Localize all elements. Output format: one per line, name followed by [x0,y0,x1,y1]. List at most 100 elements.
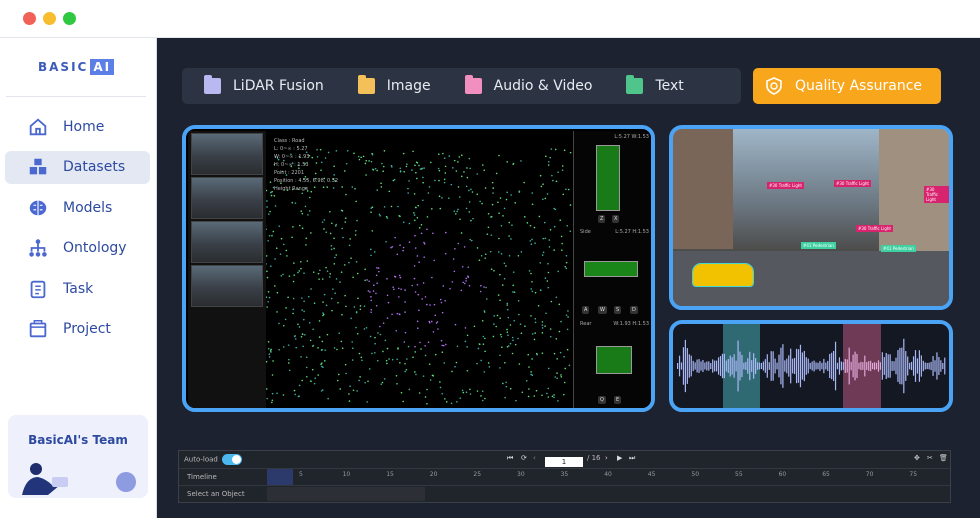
last-frame-button[interactable]: ⏭ [629,454,635,463]
tab-lidar-fusion[interactable]: LiDAR Fusion [204,75,324,94]
annotation-tag[interactable]: #30 Traffic Light [834,180,871,187]
lidar-point [305,356,308,359]
prev-page-button[interactable]: ‹ [533,454,536,462]
lidar-point [362,155,365,158]
lidar-point [469,167,471,170]
scissors-icon[interactable]: ✂ [927,454,933,462]
lidar-point [506,302,509,305]
logo: BASIC AI [38,59,115,75]
tab-image[interactable]: Image [357,75,431,94]
camera-thumbnail[interactable] [191,265,263,307]
quality-assurance-button[interactable]: Quality Assurance [753,68,941,104]
lidar-point [269,210,271,213]
annotation-tag[interactable]: #30 Traffic Light [767,182,804,189]
lidar-point [472,217,474,220]
lidar-point [499,333,502,336]
lidar-point [386,278,388,280]
lidar-point [458,156,461,158]
lidar-point [267,239,269,242]
autoload-toggle[interactable] [221,454,242,465]
close-window-button[interactable] [23,12,36,25]
annotation-tag[interactable]: #41 Pedestrian [881,245,916,252]
sidebar-item-home[interactable]: Home [5,110,150,143]
lidar-point [453,210,456,212]
lidar-point [531,333,534,335]
autoload-label: Auto-load [184,455,218,464]
refresh-button[interactable]: ⟳ [521,454,527,462]
annotation-tag[interactable]: #30 Traffic Light [924,186,949,203]
sidebar-item-project[interactable]: Project [5,313,150,346]
minimize-window-button[interactable] [43,12,56,25]
waveform-bar [692,360,694,372]
lidar-point [335,223,338,226]
lidar-point [343,264,346,266]
play-button[interactable]: ▶ [617,454,622,462]
object-track[interactable] [267,487,425,501]
waveform-bar [922,360,924,372]
lidar-point [320,363,322,366]
first-frame-button[interactable]: ⏮ [507,454,513,463]
lidar-point [428,363,431,365]
lidar-point [508,221,511,224]
lidar-point [512,291,514,293]
lidar-point [439,298,442,301]
annotation-tag[interactable]: #30 Traffic Light [856,225,893,232]
lidar-point [497,294,500,296]
timeline-cursor[interactable] [267,469,293,485]
sidebar-item-task[interactable]: Task [5,272,150,305]
lidar-point [323,360,326,362]
move-a-button[interactable]: A [582,306,590,314]
rotate-e-button[interactable]: E [614,396,622,404]
page-input[interactable]: 1 [545,457,583,467]
waveform-bar [912,356,915,376]
lidar-point [504,396,506,399]
next-page-button[interactable]: › [605,454,608,462]
lidar-point [511,224,513,226]
lidar-point [360,156,362,159]
maximize-window-button[interactable] [63,12,76,25]
move-d-button[interactable]: D [630,306,638,314]
lidar-point [562,193,565,196]
team-card[interactable]: BasicAI's Team [8,415,148,498]
lidar-point [295,346,298,349]
camera-thumbnail[interactable] [191,221,263,263]
lidar-point [423,243,426,245]
audio-annotation-panel[interactable] [669,320,953,412]
team-icon[interactable] [116,472,136,492]
lidar-point [517,300,520,302]
sidebar-item-models[interactable]: Models [5,191,150,224]
lidar-point [512,284,514,287]
lidar-point [542,237,545,240]
lidar-point [553,352,556,355]
lidar-point [396,358,398,361]
sidebar-item-ontology[interactable]: Ontology [5,232,150,265]
lidar-point [465,277,468,280]
move-icon[interactable]: ✥ [914,454,920,462]
trash-icon[interactable]: 🗑 [939,454,948,462]
lidar-point [345,372,347,375]
rotate-x-button[interactable]: X [612,215,620,223]
info-line: Class : Road [274,138,305,144]
move-w-button[interactable]: W [598,306,607,314]
lidar-point [554,208,557,211]
lidar-point [350,317,352,320]
lidar-point [300,210,303,213]
lidar-point [352,389,355,392]
rotate-q-button[interactable]: Q [598,396,606,404]
waveform-bar [801,352,803,380]
lidar-point [547,367,550,370]
camera-thumbnail[interactable] [191,177,263,219]
move-s-button[interactable]: S [614,306,622,314]
sidebar-item-datasets[interactable]: Datasets [5,150,150,184]
lidar-point [382,165,385,168]
camera-thumbnail[interactable] [191,133,263,175]
image-annotation-panel[interactable]: #30 Traffic Light #30 Traffic Light #30 Tr… [669,125,953,310]
lidar-point [310,380,312,383]
tab-audio-video[interactable]: Audio & Video [464,75,592,94]
lidar-point [333,263,336,265]
lidar-point [360,356,363,359]
lidar-fusion-panel[interactable]: Class : Road L: 0~∞ : 5.27 W: 0~∞ : 1.93 H:… [182,125,655,412]
tab-text[interactable]: Text [626,75,684,94]
rotate-z-button[interactable]: Z [598,215,606,223]
annotation-tag[interactable]: #41 Pedestrian [801,242,836,249]
